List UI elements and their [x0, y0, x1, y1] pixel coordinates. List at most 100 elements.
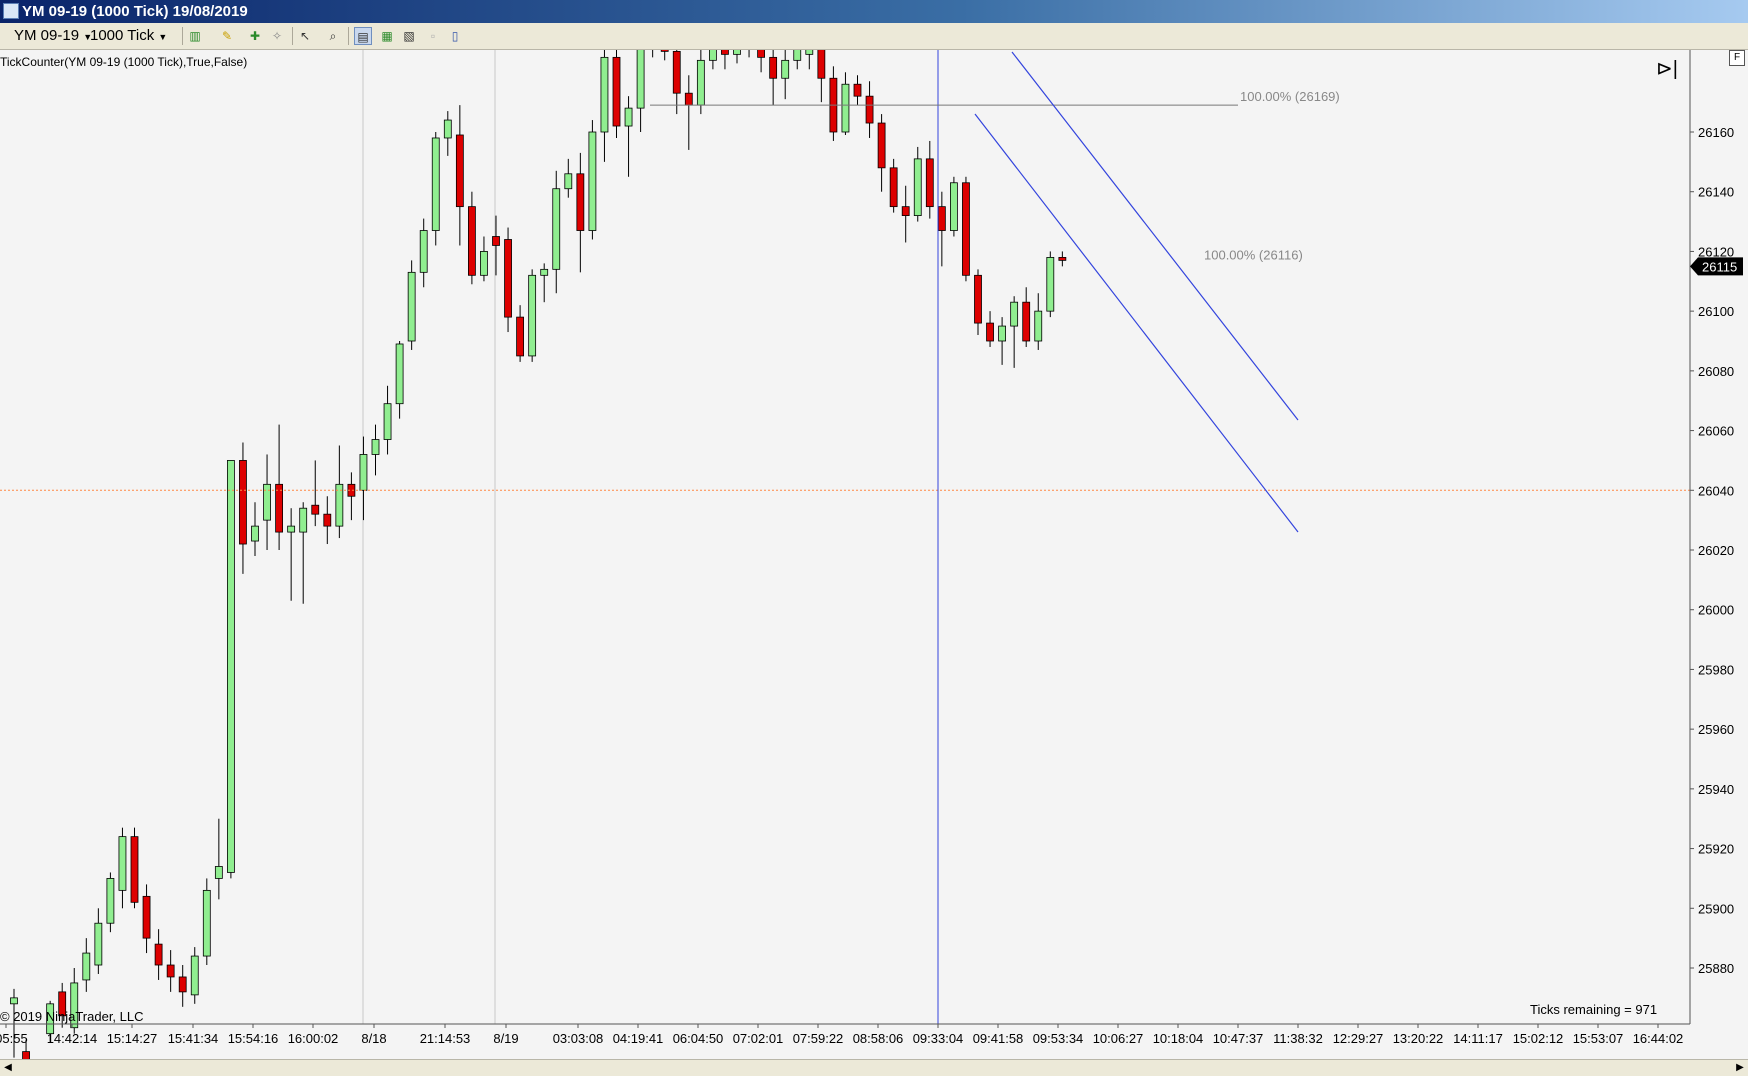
- candle-body: [962, 182, 970, 276]
- candle-body: [190, 955, 199, 996]
- candle-body: [540, 268, 549, 276]
- scroll-right-icon[interactable]: ▶: [1732, 1060, 1748, 1076]
- candle-body: [202, 889, 211, 957]
- candle-body: [178, 976, 187, 993]
- candle-body: [1010, 301, 1019, 327]
- price-chart[interactable]: 100.00% (26169) 100.00% (26116) 26160 2614…: [0, 50, 1748, 1059]
- candle-body: [853, 83, 862, 97]
- price-axis: 26160 26140 26120 26100 26080 26060 26040 26020…: [1689, 50, 1743, 1024]
- add-indicator-icon[interactable]: ✚: [246, 27, 264, 45]
- time-tick-label: 8/19: [493, 1031, 518, 1046]
- candle-body: [467, 206, 476, 276]
- candle-body: [263, 483, 271, 521]
- candle-body: [287, 525, 296, 533]
- time-tick-label: 10:47:37: [1213, 1031, 1264, 1046]
- candle-body: [106, 878, 115, 924]
- price-tick-label: 26140: [1698, 185, 1734, 200]
- candle-body: [455, 134, 464, 208]
- price-tick-label: 26060: [1698, 424, 1734, 439]
- time-axis: 4:05:55 14:42:14 15:14:27 15:41:34 15:54:16 1…: [0, 1023, 1690, 1046]
- candle-body: [407, 271, 416, 342]
- zoom-icon[interactable]: ⌕: [324, 27, 342, 45]
- time-tick-label: 15:53:07: [1573, 1031, 1624, 1046]
- price-tick-label: 25900: [1698, 901, 1734, 916]
- chart-toolbar: YM 09-19 ▼ 1000 Tick ▼ ▥ ✎ ✚ ✧ ↖ ⌕ ▤ ▦ ▧…: [0, 23, 1748, 50]
- interval-label: 1000 Tick: [90, 27, 155, 44]
- time-tick-label: 12:29:27: [1333, 1031, 1384, 1046]
- candle-body: [721, 50, 729, 55]
- candle-body: [395, 343, 404, 405]
- price-tick-label: 26080: [1698, 364, 1734, 379]
- candle-body: [889, 167, 898, 208]
- candle-body: [130, 836, 139, 903]
- candle-body: [431, 137, 440, 231]
- candle-body: [865, 95, 874, 124]
- candle-body: [696, 59, 705, 106]
- candle-body: [624, 107, 633, 127]
- candle-body: [925, 158, 934, 208]
- price-tick-label: 25980: [1698, 662, 1734, 677]
- candle-body: [82, 952, 91, 981]
- properties-icon[interactable]: ▧: [400, 27, 418, 45]
- candle-body: [443, 119, 452, 139]
- strategy-icon[interactable]: ✧: [268, 27, 286, 45]
- candle-body: [564, 173, 573, 190]
- chart-trader-icon[interactable]: ▤: [354, 27, 372, 45]
- time-tick-label: 04:19:41: [613, 1031, 664, 1046]
- time-tick-label: 15:54:16: [228, 1031, 279, 1046]
- interval-dropdown-icon: ▼: [158, 32, 168, 42]
- cursor-tool-icon[interactable]: ↖: [296, 27, 314, 45]
- candle-body: [504, 239, 512, 318]
- time-tick-label: 08:58:06: [853, 1031, 904, 1046]
- candle-body: [974, 274, 982, 324]
- time-tick-label: 14:42:14: [47, 1031, 98, 1046]
- candle-body: [94, 922, 103, 966]
- last-price-label: 26115: [1702, 259, 1737, 274]
- candle-body: [516, 316, 524, 357]
- snapshot-icon[interactable]: ▫: [424, 27, 442, 45]
- time-tick-label: 14:11:17: [1453, 1031, 1503, 1046]
- price-tick-label: 26120: [1698, 244, 1734, 259]
- fib-label: 100.00% (26116): [1204, 247, 1303, 262]
- f-button[interactable]: F: [1729, 50, 1745, 66]
- time-tick-label: 16:00:02: [288, 1031, 339, 1046]
- candle-body: [576, 173, 585, 231]
- price-tick-label: 26020: [1698, 543, 1734, 558]
- time-tick-label: 09:33:04: [913, 1031, 964, 1046]
- toolbar-separator: [292, 27, 293, 45]
- chart-style-icon[interactable]: ▥: [186, 27, 204, 45]
- candle-body: [10, 997, 18, 1005]
- candle-body: [612, 56, 621, 127]
- candle-body: [841, 83, 850, 133]
- time-tick-label: 21:14:53: [420, 1031, 471, 1046]
- scroll-to-end-icon[interactable]: ⊳|: [1655, 58, 1679, 80]
- scroll-left-icon[interactable]: ◀: [0, 1060, 16, 1076]
- candle-body: [552, 188, 561, 270]
- drawing-tool-icon[interactable]: ✎: [218, 27, 236, 45]
- candle-body: [805, 50, 814, 55]
- candle-body: [419, 230, 428, 273]
- candle-body: [214, 866, 223, 879]
- price-tick-label: 26160: [1698, 125, 1734, 140]
- price-tick-label: 26040: [1698, 483, 1734, 498]
- candle-body: [311, 504, 320, 515]
- candle-body: [359, 454, 368, 491]
- data-box-icon[interactable]: ▦: [378, 27, 396, 45]
- time-tick-label: 09:41:58: [973, 1031, 1024, 1046]
- candle-body: [877, 122, 886, 169]
- horizontal-scrollbar[interactable]: ◀ ▶: [0, 1059, 1748, 1076]
- candle-body: [1058, 256, 1067, 261]
- chart-app-icon: [3, 3, 19, 19]
- candle-body: [901, 206, 910, 216]
- candle-body: [166, 964, 175, 978]
- instrument-selector[interactable]: YM 09-19 ▼: [14, 26, 92, 46]
- interval-selector[interactable]: 1000 Tick ▼: [90, 26, 167, 46]
- panels-icon[interactable]: ▯: [446, 27, 464, 45]
- candle-body: [480, 251, 488, 276]
- time-tick-label: 06:04:50: [673, 1031, 724, 1046]
- time-tick-label: 07:59:22: [793, 1031, 844, 1046]
- toolbar-separator: [348, 27, 349, 45]
- candle-body: [600, 56, 609, 133]
- candle-body: [239, 460, 247, 545]
- candle-body: [528, 274, 537, 357]
